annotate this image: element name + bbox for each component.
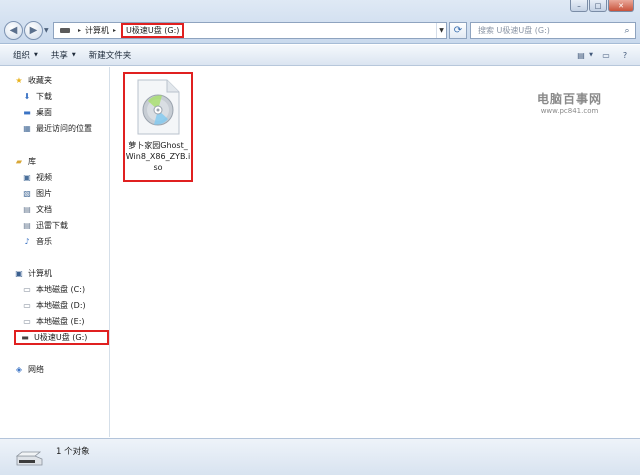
document-icon: ▤ — [23, 205, 31, 214]
picture-icon: ▧ — [23, 189, 31, 198]
hard-drive-icon: ▭ — [23, 301, 31, 310]
breadcrumb-separator-icon[interactable]: ▸ — [113, 27, 116, 34]
forward-button[interactable]: ▶ — [24, 21, 43, 40]
sidebar-item-drive-e[interactable]: ▭ 本地磁盘 (E:) — [22, 315, 85, 328]
sidebar-item-label: 文档 — [36, 205, 52, 214]
recent-pages-dropdown[interactable]: ▼ — [44, 27, 49, 34]
command-bar: 组织 ▼ 共享 ▼ 新建文件夹 ▤ ▼ ▭ ? — [0, 45, 640, 66]
watermark-title: 电脑百事网 — [537, 92, 603, 106]
minimize-button[interactable]: – — [570, 0, 588, 12]
drive-icon — [60, 28, 70, 33]
music-icon: ♪ — [24, 237, 30, 246]
hard-drive-icon: ▭ — [23, 317, 31, 326]
sidebar-item-label: 库 — [28, 157, 36, 166]
new-folder-label: 新建文件夹 — [88, 51, 132, 61]
sidebar-item-network[interactable]: ◈ 网络 — [14, 363, 44, 376]
sidebar-item-label: 图片 — [36, 189, 52, 198]
search-input[interactable]: 搜索 U极速U盘 (G:) ⌕ — [470, 22, 636, 39]
sidebar-item-label: 本地磁盘 (E:) — [36, 317, 85, 326]
thunder-download-icon: ▤ — [23, 221, 31, 230]
sidebar-item-desktop[interactable]: ▬ 桌面 — [22, 106, 52, 119]
recent-places-icon: ▦ — [23, 124, 31, 133]
file-list-area[interactable]: 萝卜家园Ghost_Win8_X86_ZYB.iso 电脑百事网 www.pc8… — [111, 67, 640, 437]
sidebar-item-label: 迅雷下载 — [36, 221, 68, 230]
sidebar-item-computer[interactable]: ▣ 计算机 — [14, 267, 52, 280]
sidebar-item-videos[interactable]: ▣ 视频 — [22, 171, 52, 184]
sidebar-item-label: 桌面 — [36, 108, 52, 117]
selected-item-highlight — [14, 330, 109, 345]
usb-drive-icon — [15, 451, 43, 466]
sidebar-item-music[interactable]: ♪ 音乐 — [22, 235, 52, 248]
address-field[interactable]: ▸ 计算机 ▸ U极速U盘 (G:) ▼ — [53, 22, 447, 39]
download-folder-icon: ⬇ — [23, 92, 31, 101]
search-icon[interactable]: ⌕ — [619, 26, 635, 36]
details-pane: 1 个对象 — [0, 438, 640, 475]
help-icon[interactable]: ? — [618, 48, 632, 62]
sidebar-item-label: 最近访问的位置 — [36, 124, 92, 133]
star-icon: ★ — [15, 76, 23, 85]
search-placeholder: 搜索 U极速U盘 (G:) — [478, 26, 550, 35]
chevron-down-icon: ▼ — [71, 52, 76, 58]
refresh-icon: ⟳ — [453, 25, 463, 36]
sidebar-item-thunder-downloads[interactable]: ▤ 迅雷下载 — [22, 219, 68, 232]
sidebar-item-label: 网络 — [28, 365, 44, 374]
watermark: 电脑百事网 www.pc841.com — [537, 90, 602, 115]
sidebar-item-label: 收藏夹 — [28, 76, 52, 85]
library-icon: ▰ — [15, 157, 23, 166]
organize-button[interactable]: 组织 ▼ — [13, 49, 38, 61]
arrow-left-icon: ◀ — [9, 25, 18, 36]
sidebar-item-label: 音乐 — [36, 237, 52, 246]
sidebar-item-favorites[interactable]: ★ 收藏夹 — [14, 74, 52, 87]
sidebar-item-label: 计算机 — [28, 269, 52, 278]
desktop-icon: ▬ — [23, 108, 31, 117]
maximize-button[interactable]: □ — [589, 0, 607, 12]
close-button[interactable]: ✕ — [608, 0, 634, 12]
sidebar-item-label: 本地磁盘 (D:) — [36, 301, 86, 310]
breadcrumb-computer[interactable]: 计算机 — [85, 25, 109, 36]
computer-icon: ▣ — [15, 269, 23, 278]
item-count: 1 个对象 — [56, 447, 90, 457]
network-icon: ◈ — [15, 365, 23, 374]
breadcrumb-current-drive[interactable]: U极速U盘 (G:) — [121, 23, 185, 38]
preview-pane-icon[interactable]: ▭ — [599, 48, 613, 62]
disc-image-icon — [137, 79, 180, 135]
file-name: 萝卜家园Ghost_Win8_X86_ZYB.iso — [125, 141, 191, 172]
chevron-down-icon: ▼ — [34, 52, 38, 58]
sidebar-item-drive-c[interactable]: ▭ 本地磁盘 (C:) — [22, 283, 85, 296]
refresh-button[interactable]: ⟳ — [449, 22, 467, 39]
sidebar-item-drive-d[interactable]: ▭ 本地磁盘 (D:) — [22, 299, 86, 312]
organize-label: 组织 — [13, 51, 31, 61]
sidebar-item-label: 视频 — [36, 173, 52, 182]
video-icon: ▣ — [23, 173, 31, 182]
share-label: 共享 — [50, 51, 68, 61]
change-view-icon[interactable]: ▤ — [574, 48, 588, 62]
breadcrumb-separator-icon[interactable]: ▸ — [78, 27, 81, 34]
sidebar-item-pictures[interactable]: ▧ 图片 — [22, 187, 52, 200]
navigation-pane: ★ 收藏夹 ⬇ 下载 ▬ 桌面 ▦ 最近访问的位置 ▰ 库 ▣ 视频 ▧ 图片 … — [0, 67, 110, 437]
address-bar-area: – □ ✕ ◀ ▶ ▼ ▸ 计算机 ▸ U极速U盘 (G:) ▼ ⟳ 搜索 U极… — [0, 0, 640, 44]
watermark-url: www.pc841.com — [540, 107, 599, 115]
arrow-right-icon: ▶ — [29, 25, 38, 36]
chevron-down-icon[interactable]: ▼ — [588, 48, 594, 62]
file-item[interactable]: 萝卜家园Ghost_Win8_X86_ZYB.iso — [123, 72, 193, 182]
sidebar-item-libraries[interactable]: ▰ 库 — [14, 155, 36, 168]
window-controls: – □ ✕ — [569, 0, 634, 14]
sidebar-item-label: 本地磁盘 (C:) — [36, 285, 86, 294]
sidebar-item-recent-places[interactable]: ▦ 最近访问的位置 — [22, 122, 92, 135]
address-dropdown-icon[interactable]: ▼ — [436, 23, 446, 38]
new-folder-button[interactable]: 新建文件夹 — [89, 49, 132, 61]
hard-drive-icon: ▭ — [23, 285, 31, 294]
share-button[interactable]: 共享 ▼ — [51, 49, 76, 61]
sidebar-item-documents[interactable]: ▤ 文档 — [22, 203, 52, 216]
sidebar-item-label: 下载 — [36, 92, 52, 101]
back-button[interactable]: ◀ — [4, 21, 23, 40]
sidebar-item-downloads[interactable]: ⬇ 下载 — [22, 90, 52, 103]
view-controls: ▤ ▼ ▭ ? — [569, 48, 632, 62]
